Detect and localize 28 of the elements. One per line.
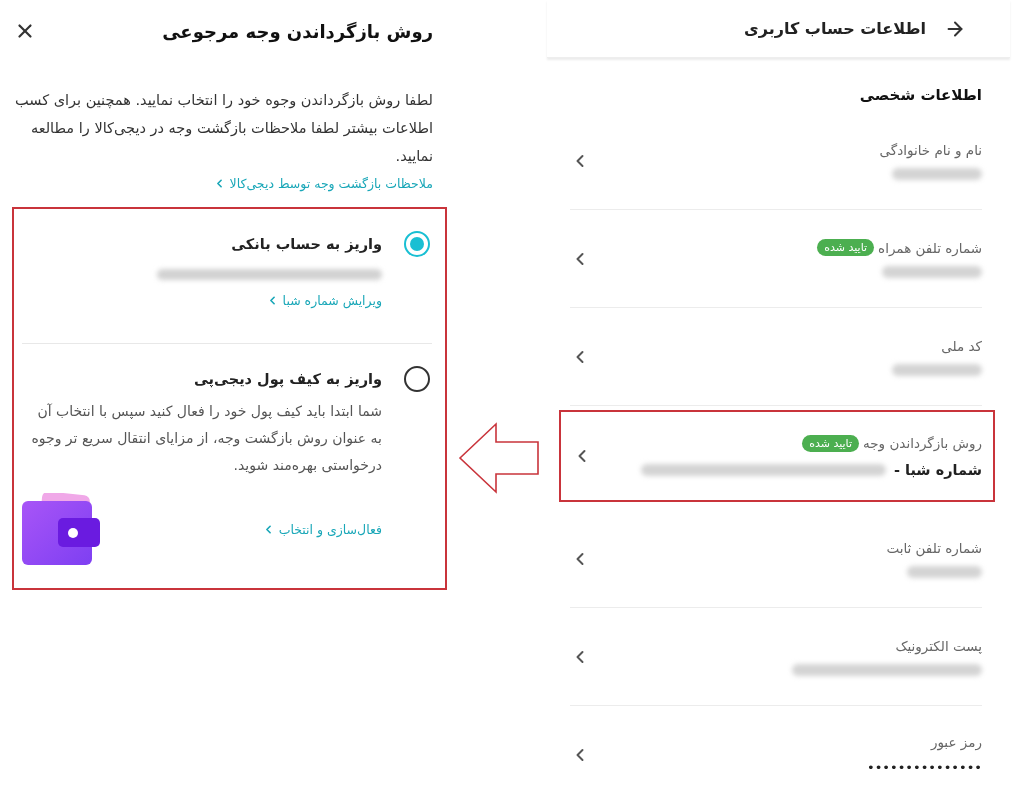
dialog-title: روش بازگرداندن وجه مرجوعی — [162, 20, 433, 42]
field-label: روش بازگرداندن وجه — [863, 435, 982, 451]
field-row[interactable]: کد ملی — [570, 308, 982, 406]
field-label: کد ملی — [941, 337, 982, 354]
section-title: اطلاعات شخصی — [858, 86, 982, 104]
highlighted-field-row[interactable]: روش بازگرداندن وجه تایید شده شماره شبا - — [559, 410, 995, 502]
option-description: شما ابتدا باید کیف پول خود را فعال کنید سپس با انتخاب آن به عنوان روش بازگشت وجه، از مزایای انتقال سریع تر وجوه درخواستی بهره‌مند شوید. — [30, 402, 382, 476]
verified-badge: تایید شده — [817, 239, 875, 256]
field-row[interactable]: شماره تلفن همراه تایید شده — [570, 210, 982, 308]
field-value: شماره شبا - — [893, 461, 982, 478]
field-row[interactable]: پست الکترونیک — [570, 608, 982, 706]
option-title: واریز به کیف پول دیجی‌پی — [192, 370, 382, 390]
field-label: شماره تلفن ثابت — [886, 539, 982, 556]
page-title: اطلاعات حساب کاربری — [744, 19, 926, 38]
verified-badge: تایید شده — [802, 434, 859, 452]
field-label: پست الکترونیک — [895, 637, 982, 654]
radio-button[interactable] — [404, 231, 430, 257]
field-label: رمز عبور — [930, 734, 982, 750]
field-label: نام و نام خانوادگی — [879, 141, 982, 158]
password-value: ••••••••••••••• — [866, 760, 982, 775]
field-row[interactable]: نام و نام خانوادگی — [570, 112, 982, 210]
radio-button[interactable] — [404, 366, 430, 392]
wallet-icon — [22, 493, 102, 565]
field-row[interactable]: شماره تلفن ثابت — [570, 510, 982, 608]
intro-text: لطفا روش بازگرداندن وجوه خود را انتخاب نمایید. همچنین برای کسب اطلاعات بیشتر لطفا ملاحظات بازگشت وجه در دیجی‌کالا را مطالعه نمایید. — [14, 91, 433, 166]
field-row[interactable]: رمز عبور ••••••••••••••• — [570, 706, 982, 803]
field-label: شماره تلفن همراه — [878, 239, 982, 256]
option-title: واریز به حساب بانکی — [230, 235, 382, 255]
